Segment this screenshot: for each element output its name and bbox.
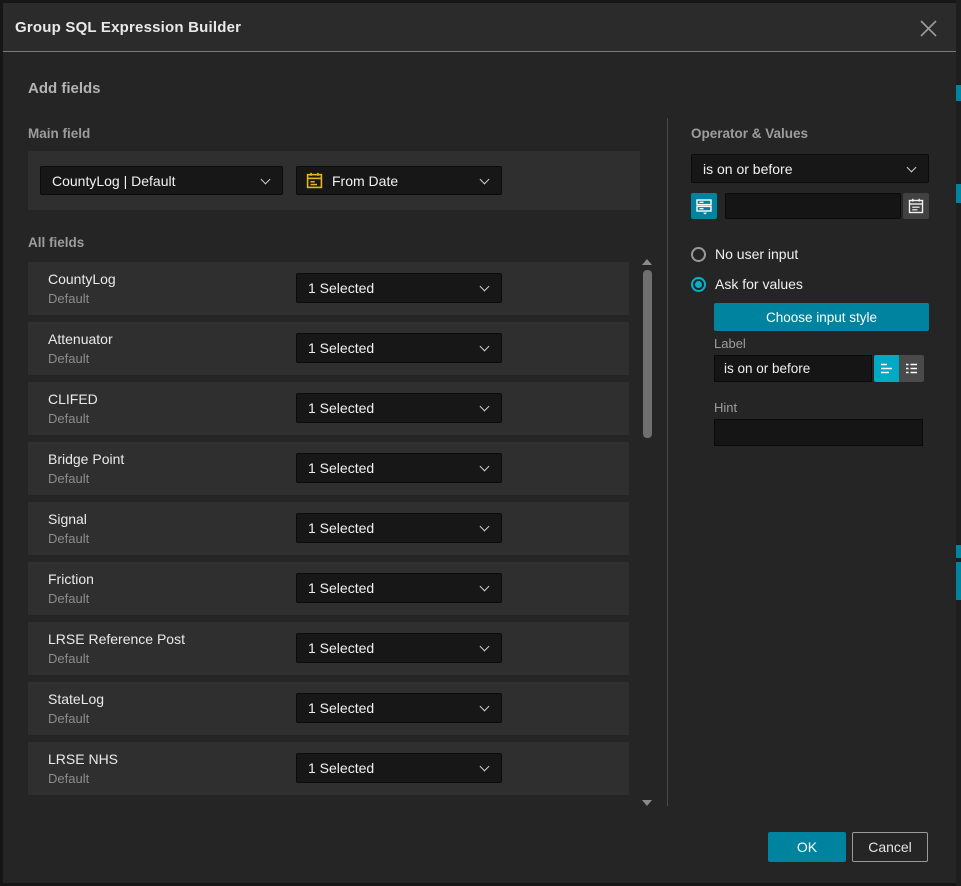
group-sql-expression-builder-dialog: Group SQL Expression Builder Add fields … bbox=[0, 0, 956, 886]
bulleted-list-icon bbox=[904, 361, 919, 376]
operator-select-value: is on or before bbox=[692, 161, 908, 177]
field-selection-select[interactable]: 1 Selected bbox=[296, 573, 502, 603]
hint-field-label: Hint bbox=[714, 400, 737, 415]
operator-values-heading: Operator & Values bbox=[691, 126, 808, 141]
all-fields-label: All fields bbox=[28, 235, 84, 250]
field-sublabel: Default bbox=[48, 471, 89, 486]
chevron-down-icon bbox=[480, 702, 490, 712]
background-app-edge bbox=[956, 0, 961, 886]
main-layer-select-value: CountyLog | Default bbox=[41, 173, 262, 189]
field-row-statelog: StateLog Default 1 Selected bbox=[28, 682, 629, 735]
main-layer-select[interactable]: CountyLog | Default bbox=[40, 166, 283, 195]
field-name: LRSE NHS bbox=[48, 751, 118, 767]
main-field-label: Main field bbox=[28, 126, 90, 141]
value-source-toggle-button[interactable] bbox=[691, 193, 717, 219]
close-icon bbox=[919, 19, 938, 38]
align-left-icon bbox=[879, 361, 894, 376]
edge-highlight bbox=[956, 85, 961, 101]
chevron-down-icon bbox=[480, 174, 490, 184]
scrollbar-thumb[interactable] bbox=[643, 270, 652, 438]
label-field-label: Label bbox=[714, 336, 746, 351]
chevron-down-icon bbox=[480, 462, 490, 472]
field-selection-select[interactable]: 1 Selected bbox=[296, 333, 502, 363]
field-sublabel: Default bbox=[48, 711, 89, 726]
field-row-countylog: CountyLog Default 1 Selected bbox=[28, 262, 629, 315]
chevron-down-icon bbox=[480, 522, 490, 532]
chevron-down-icon bbox=[480, 762, 490, 772]
main-date-field-select[interactable]: From Date bbox=[296, 166, 502, 195]
radio-ask-for-values[interactable]: Ask for values bbox=[691, 276, 803, 292]
scrollbar-down-arrow[interactable] bbox=[642, 800, 652, 806]
field-selection-select[interactable]: 1 Selected bbox=[296, 453, 502, 483]
field-row-lrse-nhs: LRSE NHS Default 1 Selected bbox=[28, 742, 629, 795]
field-sublabel: Default bbox=[48, 411, 89, 426]
scrollbar-up-arrow[interactable] bbox=[642, 259, 652, 265]
field-row-bridge-point: Bridge Point Default 1 Selected bbox=[28, 442, 629, 495]
date-field-calendar-icon bbox=[306, 172, 323, 189]
label-input[interactable] bbox=[714, 355, 872, 382]
field-row-clifed: CLIFED Default 1 Selected bbox=[28, 382, 629, 435]
field-sublabel: Default bbox=[48, 531, 89, 546]
chevron-down-icon bbox=[480, 402, 490, 412]
field-sublabel: Default bbox=[48, 291, 89, 306]
radio-selected-icon[interactable] bbox=[691, 277, 706, 292]
chevron-down-icon bbox=[480, 342, 490, 352]
chevron-down-icon bbox=[480, 642, 490, 652]
field-name: LRSE Reference Post bbox=[48, 631, 185, 647]
field-selection-select[interactable]: 1 Selected bbox=[296, 633, 502, 663]
top-edge bbox=[0, 0, 956, 3]
field-name: StateLog bbox=[48, 691, 104, 707]
calendar-icon bbox=[908, 198, 924, 214]
main-date-field-select-value: From Date bbox=[323, 173, 481, 189]
field-name: CountyLog bbox=[48, 271, 116, 287]
chevron-down-icon bbox=[907, 162, 917, 172]
value-input[interactable] bbox=[725, 193, 901, 219]
radio-no-user-input[interactable]: No user input bbox=[691, 246, 798, 262]
main-field-panel: CountyLog | Default From Date bbox=[28, 151, 640, 210]
edge-highlight bbox=[956, 545, 961, 558]
dialog-header: Group SQL Expression Builder bbox=[3, 3, 956, 52]
left-edge bbox=[0, 0, 3, 886]
field-row-signal: Signal Default 1 Selected bbox=[28, 502, 629, 555]
field-selection-select[interactable]: 1 Selected bbox=[296, 753, 502, 783]
value-list-icon bbox=[695, 197, 713, 215]
chevron-down-icon bbox=[261, 174, 271, 184]
field-selection-select[interactable]: 1 Selected bbox=[296, 393, 502, 423]
field-sublabel: Default bbox=[48, 591, 89, 606]
column-divider bbox=[667, 118, 668, 806]
field-sublabel: Default bbox=[48, 651, 89, 666]
input-style-list-toggle[interactable] bbox=[899, 355, 924, 382]
date-picker-button[interactable] bbox=[903, 193, 929, 219]
field-selection-select[interactable]: 1 Selected bbox=[296, 273, 502, 303]
input-style-single-toggle[interactable] bbox=[874, 355, 899, 382]
field-name: CLIFED bbox=[48, 391, 98, 407]
chevron-down-icon bbox=[480, 282, 490, 292]
edge-highlight bbox=[956, 184, 961, 203]
field-selection-select[interactable]: 1 Selected bbox=[296, 513, 502, 543]
dialog-title: Group SQL Expression Builder bbox=[3, 19, 241, 36]
ok-button[interactable]: OK bbox=[768, 832, 846, 862]
choose-input-style-button[interactable]: Choose input style bbox=[714, 303, 929, 331]
field-row-attenuator: Attenuator Default 1 Selected bbox=[28, 322, 629, 375]
field-name: Signal bbox=[48, 511, 87, 527]
close-button[interactable] bbox=[910, 10, 946, 46]
add-fields-heading: Add fields bbox=[28, 80, 101, 97]
field-selection-select[interactable]: 1 Selected bbox=[296, 693, 502, 723]
cancel-button[interactable]: Cancel bbox=[852, 832, 928, 862]
chevron-down-icon bbox=[480, 582, 490, 592]
field-name: Attenuator bbox=[48, 331, 113, 347]
operator-select[interactable]: is on or before bbox=[691, 154, 929, 183]
field-row-lrse-reference-post: LRSE Reference Post Default 1 Selected bbox=[28, 622, 629, 675]
field-name: Bridge Point bbox=[48, 451, 124, 467]
radio-icon[interactable] bbox=[691, 247, 706, 262]
field-sublabel: Default bbox=[48, 771, 89, 786]
field-sublabel: Default bbox=[48, 351, 89, 366]
field-name: Friction bbox=[48, 571, 94, 587]
edge-highlight bbox=[956, 562, 961, 600]
field-row-friction: Friction Default 1 Selected bbox=[28, 562, 629, 615]
hint-input[interactable] bbox=[714, 419, 923, 446]
